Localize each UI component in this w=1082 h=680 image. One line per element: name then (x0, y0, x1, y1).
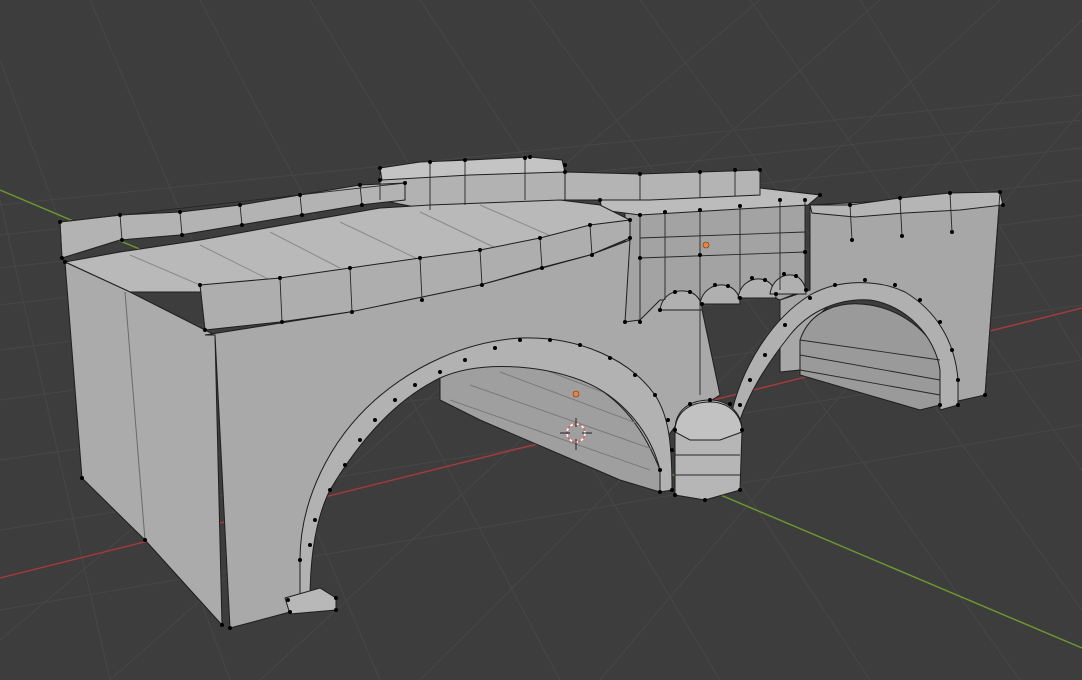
object-origin-icon-secondary[interactable] (572, 390, 580, 398)
viewport-canvas[interactable] (0, 0, 1082, 680)
object-origin-icon[interactable] (702, 241, 710, 249)
3d-viewport[interactable] (0, 0, 1082, 680)
back-right-parapet (564, 169, 761, 201)
